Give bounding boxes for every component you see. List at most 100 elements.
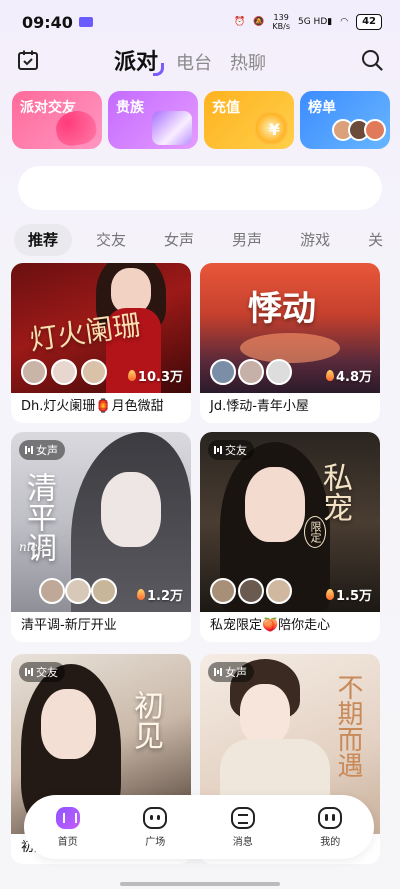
ranking-card[interactable]: 榜单	[300, 91, 390, 149]
avatar	[238, 578, 264, 604]
room-avatars	[210, 359, 292, 385]
avatar	[81, 359, 107, 385]
portrait-face	[245, 467, 305, 542]
nav-me[interactable]: 我的	[287, 795, 375, 859]
flame-icon	[127, 370, 136, 381]
avatar	[39, 578, 65, 604]
tab-party[interactable]: 派对	[114, 44, 165, 76]
wifi-icon: ◠	[340, 17, 349, 27]
status-indicators: ⏰ 🔕 139 KB/s 5G HD▮ ◠ 42	[234, 13, 382, 31]
nav-me-label: 我的	[320, 836, 341, 848]
tab-hotchat[interactable]: 热聊	[230, 49, 266, 75]
poster-title: 私宠	[317, 462, 352, 522]
tab-recommend[interactable]: 推荐	[14, 224, 73, 256]
tab-games[interactable]: 游戏	[286, 224, 344, 256]
tab-more[interactable]: 关	[354, 224, 397, 256]
recharge-label: 充值	[212, 100, 240, 116]
room-card[interactable]: 灯火阑珊 10.3万 Dh.灯火阑珊🏮月色微甜	[11, 263, 191, 423]
heat-value: 10.3万	[137, 370, 183, 385]
avatar	[210, 578, 236, 604]
bottom-nav: 首页 广场 消息 我的	[24, 795, 374, 859]
poster-subtitle: nice	[19, 540, 45, 554]
calendar-check-icon[interactable]	[16, 48, 40, 72]
room-heat: 4.8万	[325, 366, 372, 385]
room-poster: 交友 私宠 限定 1.5万	[200, 432, 380, 612]
voice-bars-icon	[214, 668, 222, 676]
net-speed: 139 KB/s	[272, 13, 290, 31]
search-icon[interactable]	[360, 48, 384, 72]
avatar	[238, 359, 264, 385]
room-title: Jd.悸动-青年小屋	[210, 399, 309, 414]
tag-label: 交友	[36, 666, 58, 679]
voice-bars-icon	[214, 446, 222, 454]
ranking-label: 榜单	[308, 100, 336, 116]
status-time: 09:40	[22, 12, 73, 32]
ranking-avatars	[332, 119, 386, 141]
room-poster: 灯火阑珊 10.3万	[11, 263, 191, 393]
tab-male-voice[interactable]: 男声	[218, 224, 276, 256]
recharge-card[interactable]: 充值 ¥	[204, 91, 294, 149]
tag-label: 女声	[225, 666, 247, 679]
heat-value: 4.8万	[335, 370, 372, 385]
room-avatars	[21, 359, 107, 385]
avatar	[51, 359, 77, 385]
room-tag: 女声	[208, 662, 254, 682]
nav-plaza-label: 广场	[145, 836, 166, 848]
yen-icon: ¥	[268, 120, 280, 139]
tab-female-voice[interactable]: 女声	[150, 224, 208, 256]
room-heat: 10.3万	[127, 366, 183, 385]
portrait-face	[41, 689, 96, 759]
header: 派对 电台 热聊	[0, 40, 400, 80]
room-card[interactable]: 悸动 4.8万 Jd.悸动-青年小屋	[200, 263, 380, 423]
tab-friends[interactable]: 交友	[82, 224, 140, 256]
room-card[interactable]: 交友 私宠 限定 1.5万 私宠限定🍑陪你走心	[200, 432, 380, 642]
net-speed-value: 139	[273, 13, 289, 22]
flame-icon	[325, 589, 334, 600]
plaza-icon	[143, 806, 168, 829]
mute-icon: 🔕	[253, 17, 265, 27]
room-poster: 悸动 4.8万	[200, 263, 380, 393]
avatar	[266, 359, 292, 385]
home-icon	[55, 806, 80, 829]
tag-label: 女声	[36, 444, 58, 457]
net-speed-unit: KB/s	[272, 22, 290, 31]
heat-value: 1.2万	[146, 589, 183, 604]
battery-icon: 42	[356, 14, 382, 30]
avatar	[65, 578, 91, 604]
noble-card[interactable]: 贵族	[108, 91, 198, 149]
room-title: 私宠限定🍑陪你走心	[210, 618, 331, 633]
nav-home[interactable]: 首页	[24, 795, 112, 859]
flame-icon	[325, 370, 334, 381]
voice-bars-icon	[25, 668, 33, 676]
nav-home-label: 首页	[57, 836, 78, 848]
room-avatars	[210, 578, 292, 604]
avatar	[210, 359, 236, 385]
home-indicator[interactable]	[120, 882, 280, 886]
tab-radio[interactable]: 电台	[176, 49, 212, 75]
party-friends-card[interactable]: 派对交友	[12, 91, 102, 149]
avatar	[21, 359, 47, 385]
message-icon	[230, 806, 255, 829]
signal-label: 5G HD	[298, 17, 328, 27]
quick-entry-cards: 派对交友 贵族 充值 ¥ 榜单	[12, 91, 390, 149]
room-card[interactable]: 女声 清平调 nice 1.2万 清平调-新厅开业	[11, 432, 191, 642]
room-tag: 女声	[19, 440, 65, 460]
nav-plaza[interactable]: 广场	[112, 795, 200, 859]
tag-label: 交友	[225, 444, 247, 457]
room-heat: 1.5万	[325, 585, 372, 604]
poster-title: 初见	[128, 690, 163, 750]
room-tag: 交友	[208, 440, 254, 460]
nav-messages[interactable]: 消息	[199, 795, 287, 859]
avatar	[364, 119, 386, 141]
crystal-icon	[152, 111, 192, 145]
status-bar: 09:40 ⏰ 🔕 139 KB/s 5G HD▮ ◠ 42	[0, 0, 400, 44]
room-tag: 交友	[19, 662, 65, 682]
category-tabs: 推荐 交友 女声 男声 游戏 关	[14, 224, 400, 256]
poster-subtitle: 限定	[304, 516, 326, 548]
signal-icon: 5G HD▮	[298, 17, 333, 27]
room-title: Dh.灯火阑珊🏮月色微甜	[21, 399, 164, 414]
avatar	[91, 578, 117, 604]
heat-value: 1.5万	[335, 589, 372, 604]
banner[interactable]	[18, 166, 382, 210]
room-heat: 1.2万	[136, 585, 183, 604]
